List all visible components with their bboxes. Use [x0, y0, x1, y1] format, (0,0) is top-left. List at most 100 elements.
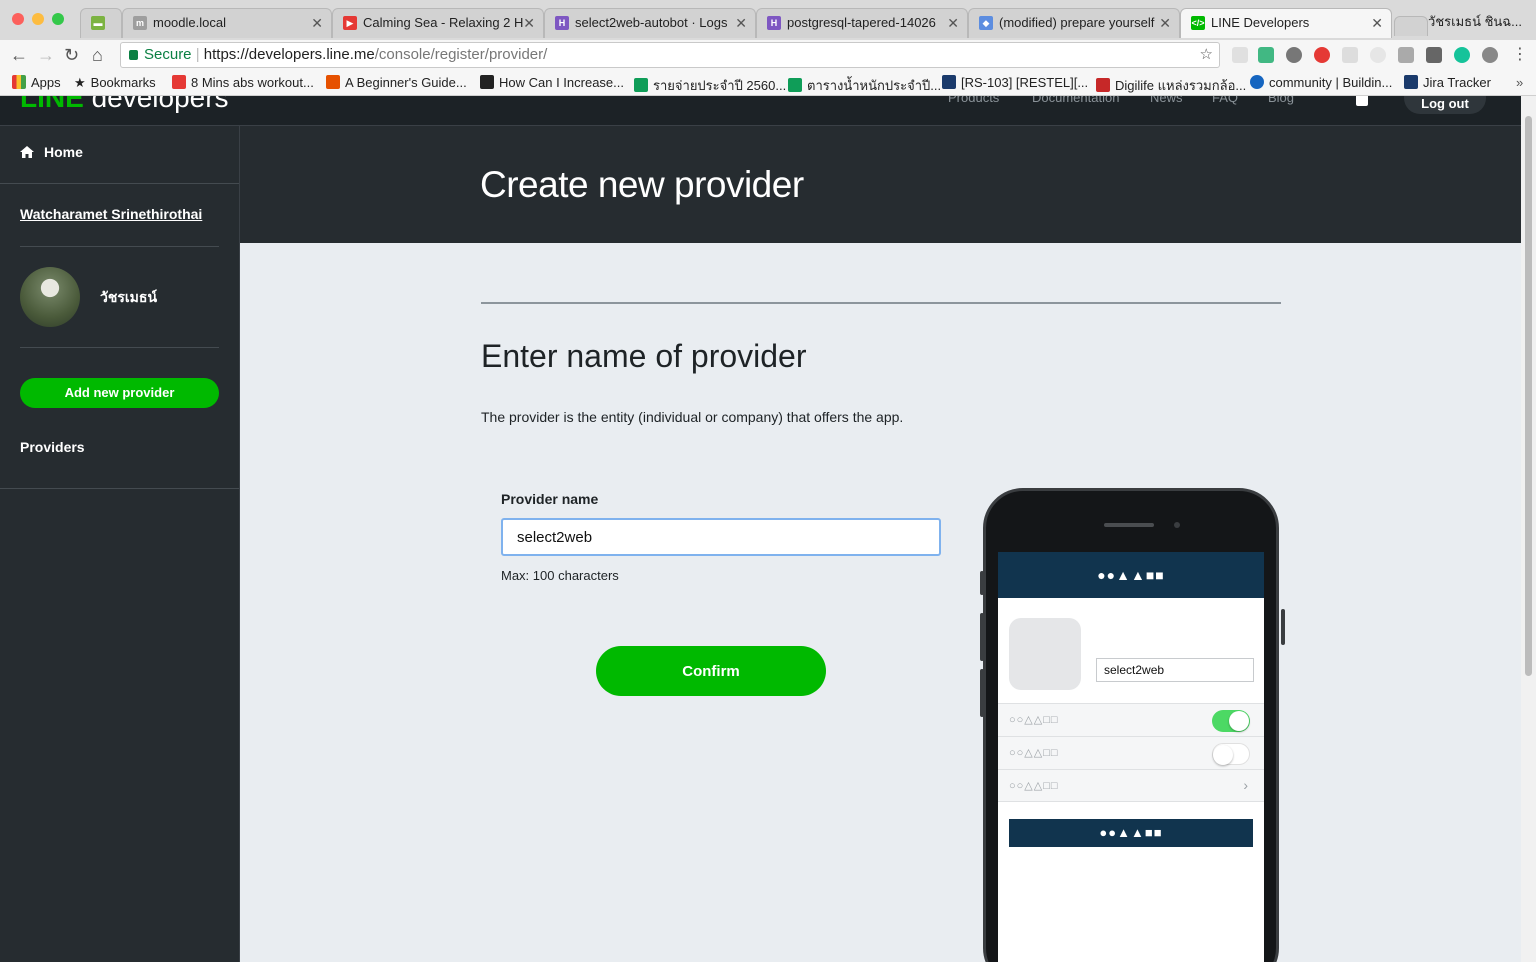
url-path: /console/register/provider/ — [374, 46, 548, 63]
browser-tab-5[interactable]: ◆ (modified) prepare yourself ✕ — [968, 8, 1180, 38]
sidebar-user-link[interactable]: Watcharamet Srinethirothai — [20, 206, 202, 222]
extension-icon[interactable] — [1370, 47, 1386, 63]
star-icon[interactable]: ☆ — [1200, 43, 1213, 67]
url-bar[interactable]: Secure | https://developers.line.me/cons… — [120, 42, 1220, 68]
lock-icon — [129, 50, 138, 60]
nav-link-documentation[interactable]: Documentation — [1032, 96, 1119, 105]
bookmark-item[interactable]: Jira Tracker — [1404, 75, 1491, 90]
close-tab-icon[interactable]: ✕ — [311, 9, 323, 37]
preview-provider-name: select2web — [1096, 658, 1254, 682]
add-new-provider-button[interactable]: Add new provider — [20, 378, 219, 408]
maximize-window-button[interactable] — [52, 13, 64, 25]
phone-camera — [1174, 522, 1180, 528]
close-tab-icon[interactable]: ✕ — [1371, 9, 1383, 37]
page-scrollbar[interactable] — [1521, 96, 1536, 962]
bookmark-item[interactable]: [RS-103] [RESTEL][... — [942, 75, 1088, 90]
bookmark-item[interactable]: 8 Mins abs workout... — [172, 75, 314, 90]
preview-row: ○○△△□□ — [998, 703, 1264, 736]
phone-preview: ●●▲▲■■ select2web ○○△△□□ ○○△△□□ ○○△△□□ ›… — [980, 488, 1285, 962]
sidebar-item-home[interactable]: Home — [20, 144, 83, 160]
browser-tab-1[interactable]: m moodle.local ✕ — [122, 8, 332, 38]
digilife-icon — [1096, 78, 1110, 92]
youtube-icon — [172, 75, 186, 89]
jira-icon — [942, 75, 956, 89]
profile-name[interactable]: วัชรเมธน์ ชินฉ... — [1428, 11, 1522, 32]
bookmark-item[interactable]: How Can I Increase... — [480, 75, 624, 90]
bookmark-item[interactable]: A Beginner's Guide... — [326, 75, 467, 90]
phone-side-button — [980, 669, 984, 717]
close-tab-icon[interactable]: ✕ — [1159, 9, 1171, 37]
nav-link-blog[interactable]: Blog — [1268, 96, 1294, 105]
provider-name-input[interactable] — [501, 518, 941, 556]
provider-name-label: Provider name — [501, 491, 599, 507]
reload-icon[interactable]: ↻ — [64, 44, 79, 66]
preview-row: ○○△△□□ — [998, 736, 1264, 769]
adblock-icon[interactable] — [1314, 47, 1330, 63]
tab-title: Calming Sea - Relaxing 2 H — [363, 15, 524, 30]
extension-icon[interactable] — [1398, 47, 1414, 63]
notification-icon[interactable] — [1356, 96, 1368, 106]
vue-devtools-icon[interactable] — [1258, 47, 1274, 63]
browser-tabstrip: ▬ m moodle.local ✕ ▶ Calming Sea - Relax… — [0, 0, 1536, 40]
grammarly-icon[interactable] — [1454, 47, 1470, 63]
close-tab-icon[interactable]: ✕ — [523, 9, 535, 37]
stackedit-icon: ◆ — [979, 16, 993, 30]
bookmark-item[interactable]: Digilife แหล่งรวมกล้อ... — [1096, 75, 1246, 96]
bookmark-bookmarks[interactable]: ★ Bookmarks — [74, 75, 156, 91]
code-icon: </> — [1191, 16, 1205, 30]
sheets-icon — [788, 78, 802, 92]
browser-tab-6-active[interactable]: </> LINE Developers ✕ — [1180, 8, 1392, 38]
close-tab-icon[interactable]: ✕ — [735, 9, 747, 37]
bookmark-item[interactable]: ตารางน้ำหนักประจำปี... — [788, 75, 941, 96]
home-icon[interactable]: ⌂ — [92, 44, 103, 66]
browser-tab-3[interactable]: H select2web-autobot · Logs ✕ — [544, 8, 756, 38]
url-host: https://developers.line.me — [203, 46, 375, 63]
chevron-right-icon: › — [1243, 777, 1248, 793]
nav-link-faq[interactable]: FAQ — [1212, 96, 1238, 105]
tab-title: moodle.local — [153, 15, 226, 30]
phone-side-button — [980, 613, 984, 661]
provider-name-hint: Max: 100 characters — [501, 568, 619, 583]
logout-button[interactable]: Log out — [1404, 96, 1486, 114]
bookmarks-overflow-icon[interactable]: » — [1516, 75, 1523, 90]
close-window-button[interactable] — [12, 13, 24, 25]
browser-tab-0[interactable]: ▬ — [80, 8, 122, 38]
browser-tab-4[interactable]: H postgresql-tapered-14026 ✕ — [756, 8, 968, 38]
home-icon — [20, 146, 34, 158]
extension-icon[interactable] — [1232, 47, 1248, 63]
sheets-icon — [634, 78, 648, 92]
toggle-off-icon — [1212, 743, 1250, 765]
bookmark-item[interactable]: รายจ่ายประจำปี 2560... — [634, 75, 786, 96]
avatar — [20, 267, 80, 327]
extension-icon[interactable] — [1342, 47, 1358, 63]
minimize-window-button[interactable] — [32, 13, 44, 25]
confirm-button[interactable]: Confirm — [596, 646, 826, 696]
sidebar-display-name: วัชรเมธน์ — [100, 289, 158, 305]
sidebar-item-providers[interactable]: Providers — [20, 439, 85, 455]
bookmark-item[interactable]: community | Buildin... — [1250, 75, 1392, 90]
toggle-on-icon — [1212, 710, 1250, 732]
menu-kebab-icon[interactable]: ⋮ — [1512, 44, 1528, 66]
gear-extension-icon[interactable] — [1286, 47, 1302, 63]
new-tab-button[interactable] — [1394, 16, 1428, 36]
scrollbar-thumb[interactable] — [1525, 116, 1532, 676]
tab-title: select2web-autobot · Logs — [575, 15, 728, 30]
extension-icon[interactable] — [1482, 47, 1498, 63]
back-arrow-icon[interactable]: ← — [10, 44, 28, 66]
forward-arrow-icon[interactable]: → — [37, 44, 55, 66]
section-title: Enter name of provider — [481, 338, 807, 374]
bookmark-apps[interactable]: Apps — [12, 75, 61, 90]
close-tab-icon[interactable]: ✕ — [947, 9, 959, 37]
divider — [0, 183, 239, 184]
phone-screen: ●●▲▲■■ select2web ○○△△□□ ○○△△□□ ○○△△□□ ›… — [998, 552, 1264, 962]
page-title: Create new provider — [480, 164, 804, 205]
community-icon — [1250, 75, 1264, 89]
nav-link-news[interactable]: News — [1150, 96, 1183, 105]
phone-speaker — [1104, 523, 1154, 527]
line-developers-logo[interactable]: LINE developers — [20, 96, 229, 114]
eyedropper-icon[interactable] — [1426, 47, 1442, 63]
medium-icon — [480, 75, 494, 89]
browser-tab-2[interactable]: ▶ Calming Sea - Relaxing 2 H ✕ — [332, 8, 544, 38]
nav-link-products[interactable]: Products — [948, 96, 999, 105]
app-icon: ▬ — [91, 16, 105, 30]
